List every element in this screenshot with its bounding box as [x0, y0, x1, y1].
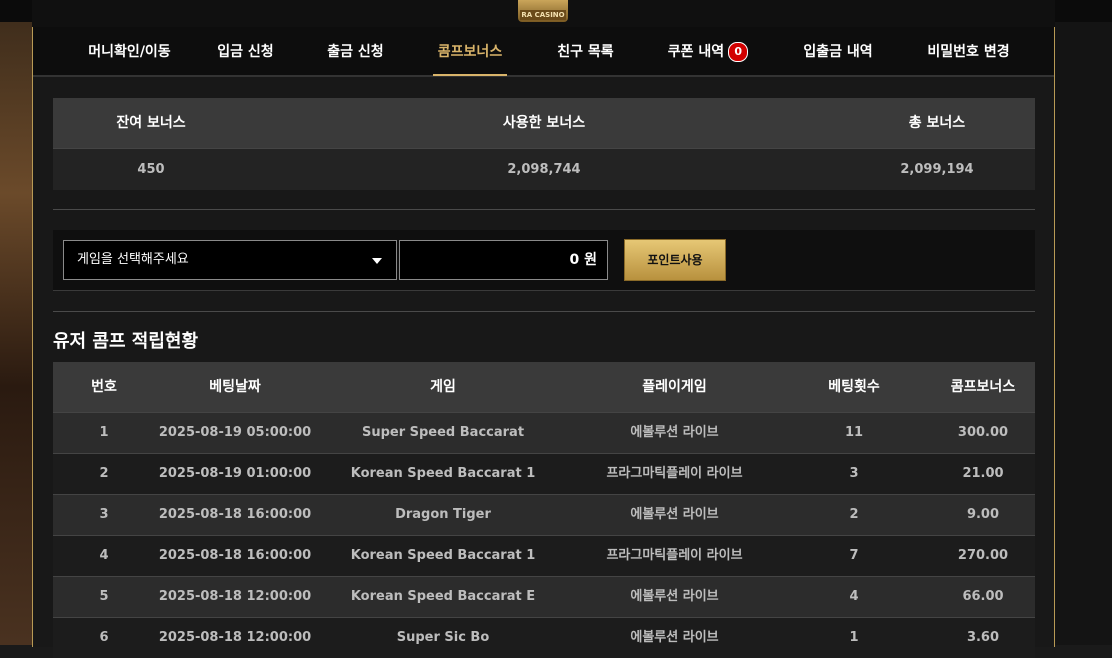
cell-bet-date: 2025-08-19 05:00:00 — [158, 425, 312, 440]
cell-provider: 에볼루션 라이브 — [630, 425, 719, 440]
modal-panel: 머니확인/이동 입금 신청 출금 신청 콤프보너스 친구 목록 쿠폰 내역 0 입… — [32, 27, 1055, 658]
cell-game: Korean Speed Baccarat E — [350, 589, 536, 604]
cell-game: Dragon Tiger — [395, 507, 491, 522]
background-art-left — [0, 0, 32, 645]
tab-money-check[interactable]: 머니확인/이동 — [77, 27, 182, 75]
table-row: 2 2025-08-19 01:00:00 Korean Speed Baccara… — [53, 453, 1035, 494]
cell-provider: 프라그마틱플레이 라이브 — [606, 466, 743, 481]
divider — [53, 209, 1035, 210]
cell-provider: 에볼루션 라이브 — [630, 507, 719, 522]
coupon-count-badge: 0 — [728, 42, 749, 62]
cell-number: 5 — [99, 589, 109, 604]
background-right — [1055, 0, 1112, 645]
comp-history-table: 번호 베팅날짜 게임 플레이게임 베팅횟수 콤프보너스 1 2025-08-19 … — [53, 362, 1035, 658]
cell-bet-count: 4 — [849, 589, 859, 604]
tab-change-password[interactable]: 비밀번호 변경 — [921, 27, 1016, 75]
cell-comp-bonus: 21.00 — [962, 466, 1004, 481]
used-bonus-value: 2,098,744 — [507, 162, 581, 177]
cell-bet-date: 2025-08-19 01:00:00 — [158, 466, 312, 481]
header-used-bonus: 사용한 보너스 — [502, 115, 586, 131]
table-row: 3 2025-08-18 16:00:00 Dragon Tiger 에볼루션 라이브… — [53, 494, 1035, 535]
cell-game: Super Sic Bo — [396, 630, 490, 645]
use-points-button[interactable]: 포인트사용 — [624, 239, 726, 281]
cell-bet-count: 1 — [849, 630, 859, 645]
cell-bet-count: 3 — [849, 466, 859, 481]
table-header: 번호 베팅날짜 게임 플레이게임 베팅횟수 콤프보너스 — [53, 362, 1035, 412]
tab-deposit[interactable]: 입금 신청 — [213, 27, 278, 75]
col-game: 게임 — [430, 379, 456, 395]
header-total-bonus: 총 보너스 — [908, 115, 966, 131]
col-bet-date: 베팅날짜 — [209, 379, 261, 395]
cell-comp-bonus: 66.00 — [962, 589, 1004, 604]
bonus-summary: 잔여 보너스 사용한 보너스 총 보너스 450 2,098,744 2,099… — [53, 98, 1035, 190]
col-provider: 플레이게임 — [642, 379, 707, 395]
background-right-top — [1055, 0, 1112, 22]
tab-bar: 머니확인/이동 입금 신청 출금 신청 콤프보너스 친구 목록 쿠폰 내역 0 입… — [33, 27, 1054, 77]
game-select-label: 게임을 선택해주세요 — [77, 252, 189, 267]
cell-bet-date: 2025-08-18 16:00:00 — [158, 507, 312, 522]
cell-bet-date: 2025-08-18 16:00:00 — [158, 548, 312, 563]
tab-label: 입출금 내역 — [803, 44, 873, 60]
cell-number: 3 — [99, 507, 109, 522]
point-use-form: 게임을 선택해주세요 0 원 포인트사용 — [53, 230, 1035, 291]
tab-label: 입금 신청 — [217, 44, 274, 60]
cell-comp-bonus: 3.60 — [966, 630, 1000, 645]
cell-number: 4 — [99, 548, 109, 563]
cell-bet-count: 7 — [849, 548, 859, 563]
tab-label: 머니확인/이동 — [88, 44, 171, 60]
header-remaining-bonus: 잔여 보너스 — [116, 115, 186, 131]
table-row: 6 2025-08-18 12:00:00 Super Sic Bo 에볼루션 라이브… — [53, 617, 1035, 658]
cell-comp-bonus: 270.00 — [957, 548, 1009, 563]
cell-bet-date: 2025-08-18 12:00:00 — [158, 589, 312, 604]
background-left-top — [0, 0, 32, 22]
cell-game: Korean Speed Baccarat 1 — [350, 548, 536, 563]
col-comp-bonus: 콤프보너스 — [950, 379, 1016, 395]
section-title: 유저 콤프 적립현황 — [53, 331, 199, 352]
cell-comp-bonus: 9.00 — [966, 507, 1000, 522]
table-row: 1 2025-08-19 05:00:00 Super Speed Baccarat… — [53, 412, 1035, 453]
cell-comp-bonus: 300.00 — [957, 425, 1009, 440]
cell-bet-count: 11 — [844, 425, 864, 440]
remaining-bonus-value: 450 — [137, 162, 165, 177]
cell-provider: 에볼루션 라이브 — [630, 630, 719, 645]
cell-provider: 에볼루션 라이브 — [630, 589, 719, 604]
tab-label: 친구 목록 — [557, 44, 614, 60]
table-row: 4 2025-08-18 16:00:00 Korean Speed Baccara… — [53, 535, 1035, 576]
cell-number: 1 — [99, 425, 109, 440]
tab-label: 콤프보너스 — [437, 44, 503, 60]
tab-transactions[interactable]: 입출금 내역 — [798, 27, 878, 75]
cell-bet-count: 2 — [849, 507, 859, 522]
logo-text: RA CASINO — [520, 10, 566, 20]
cell-provider: 프라그마틱플레이 라이브 — [606, 548, 743, 563]
chevron-down-icon — [372, 258, 382, 264]
divider — [53, 311, 1035, 312]
cell-number: 2 — [99, 466, 109, 481]
tab-withdraw[interactable]: 출금 신청 — [323, 27, 388, 75]
tab-friends[interactable]: 친구 목록 — [553, 27, 618, 75]
tab-label: 출금 신청 — [327, 44, 384, 60]
summary-values: 450 2,098,744 2,099,194 — [53, 148, 1035, 190]
total-bonus-value: 2,099,194 — [900, 162, 974, 177]
cell-bet-date: 2025-08-18 12:00:00 — [158, 630, 312, 645]
summary-header: 잔여 보너스 사용한 보너스 총 보너스 — [53, 98, 1035, 148]
tab-label: 비밀번호 변경 — [927, 44, 1010, 60]
cell-game: Korean Speed Baccarat 1 — [350, 466, 536, 481]
table-row: 5 2025-08-18 12:00:00 Korean Speed Baccara… — [53, 576, 1035, 617]
col-number: 번호 — [91, 379, 117, 395]
tab-coupons[interactable]: 쿠폰 내역 0 — [663, 27, 753, 75]
col-bet-count: 베팅횟수 — [828, 379, 880, 395]
cell-game: Super Speed Baccarat — [361, 425, 525, 440]
point-amount-input[interactable]: 0 원 — [399, 240, 608, 280]
game-select[interactable]: 게임을 선택해주세요 — [63, 240, 397, 280]
tab-comp-bonus[interactable]: 콤프보너스 — [433, 27, 507, 76]
tab-label: 쿠폰 내역 — [667, 44, 725, 60]
cell-number: 6 — [99, 630, 109, 645]
